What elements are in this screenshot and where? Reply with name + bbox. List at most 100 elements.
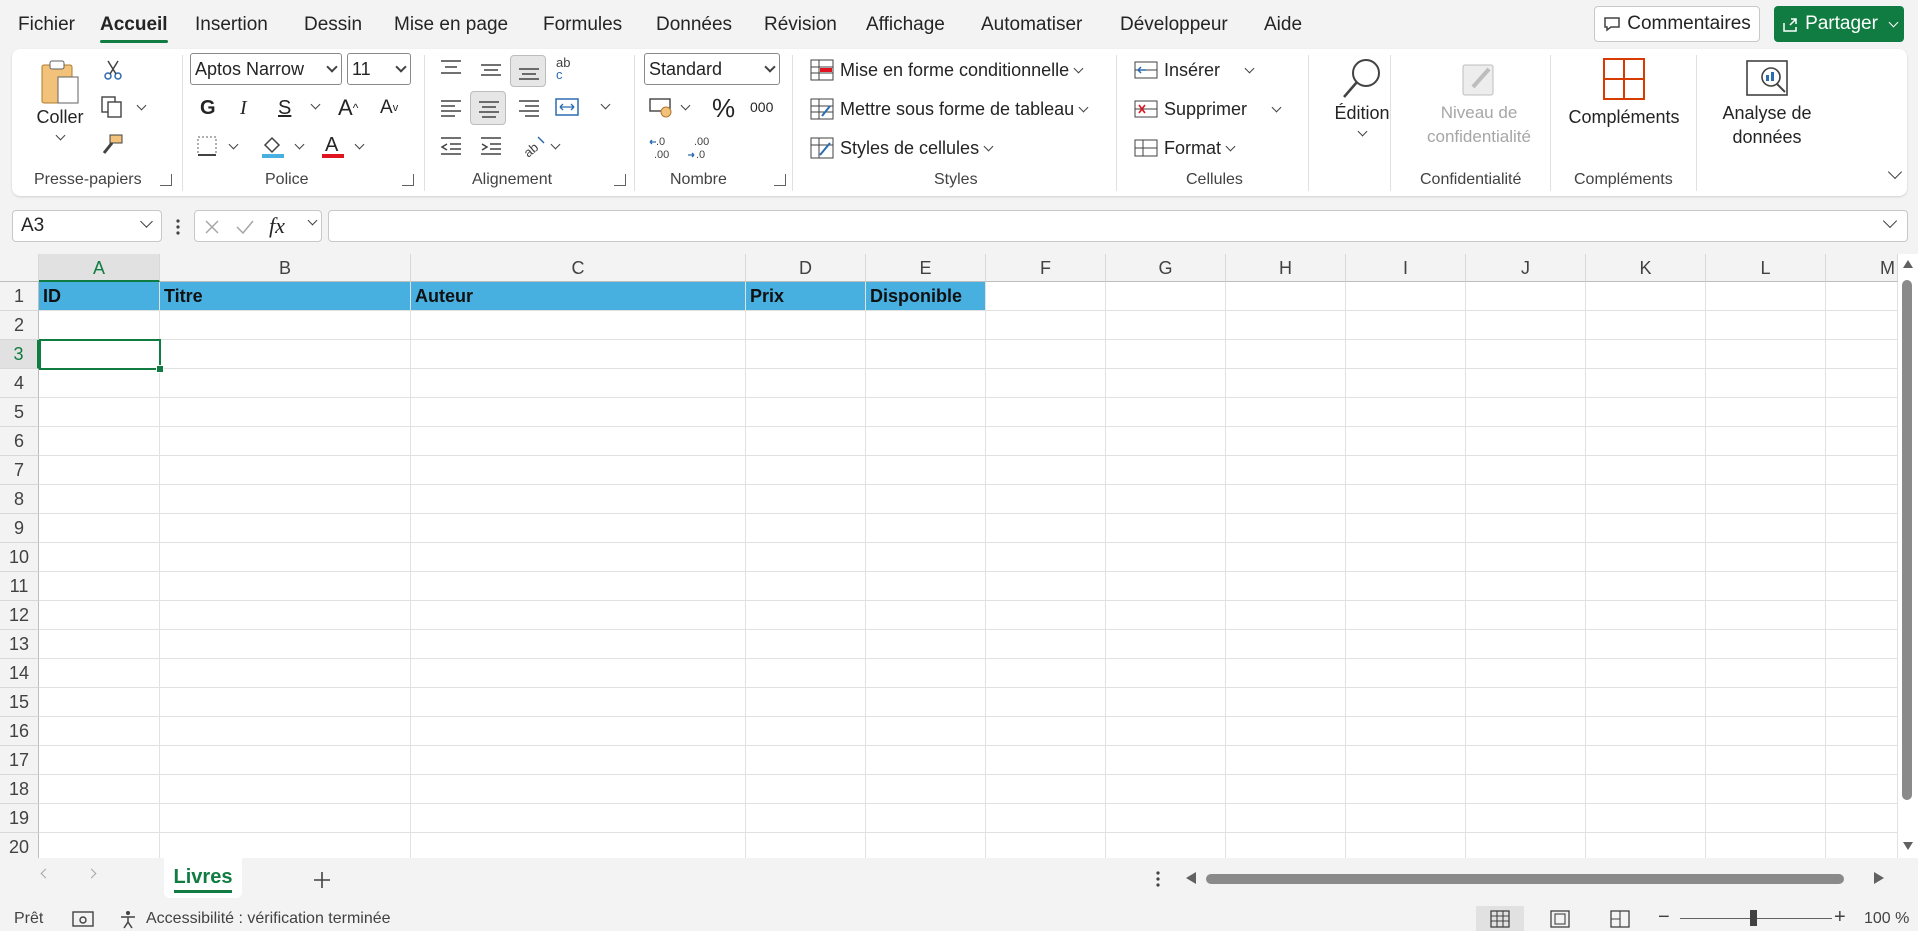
table-cell[interactable] <box>411 340 746 369</box>
table-cell[interactable] <box>1466 775 1586 804</box>
format-as-table-button[interactable]: Mettre sous forme de tableau <box>810 98 1089 120</box>
zoom-level[interactable]: 100 % <box>1864 910 1909 928</box>
table-cell[interactable] <box>1106 543 1226 572</box>
column-header-g[interactable]: G <box>1106 254 1226 282</box>
accounting-format-button[interactable] <box>648 95 691 119</box>
table-cell[interactable] <box>1226 659 1346 688</box>
table-cell[interactable] <box>986 688 1106 717</box>
table-cell[interactable] <box>746 398 866 427</box>
chevron-down-icon[interactable] <box>550 139 561 149</box>
table-cell[interactable] <box>1706 311 1826 340</box>
table-cell[interactable] <box>1226 746 1346 775</box>
menu-dessin[interactable]: Dessin <box>304 14 362 36</box>
table-cell[interactable] <box>1586 717 1706 746</box>
cut-button[interactable] <box>102 59 124 81</box>
zoom-in-icon[interactable]: + <box>1834 906 1846 929</box>
table-cell[interactable] <box>986 398 1106 427</box>
align-center-button[interactable] <box>470 91 506 125</box>
table-cell[interactable] <box>39 572 160 601</box>
table-cell[interactable] <box>160 427 411 456</box>
table-cell[interactable] <box>411 456 746 485</box>
table-cell[interactable] <box>1826 543 1898 572</box>
table-cell[interactable] <box>1106 456 1226 485</box>
thousands-button[interactable]: 000 <box>750 99 773 115</box>
table-cell[interactable] <box>160 630 411 659</box>
underline-button[interactable]: S <box>278 97 291 120</box>
table-cell[interactable] <box>986 659 1106 688</box>
conditional-format-button[interactable]: Mise en forme conditionnelle <box>810 59 1084 81</box>
table-cell[interactable] <box>411 659 746 688</box>
row-header-12[interactable]: 12 <box>0 601 39 630</box>
table-cell[interactable] <box>986 514 1106 543</box>
table-cell[interactable] <box>1706 630 1826 659</box>
table-cell[interactable] <box>866 746 986 775</box>
table-cell[interactable] <box>986 630 1106 659</box>
table-cell[interactable] <box>160 746 411 775</box>
row-header-4[interactable]: 4 <box>0 369 39 398</box>
table-cell[interactable] <box>1106 369 1226 398</box>
table-cell[interactable] <box>1586 456 1706 485</box>
page-layout-icon[interactable] <box>1550 910 1570 928</box>
table-cell[interactable] <box>1226 601 1346 630</box>
row-header-11[interactable]: 11 <box>0 572 39 601</box>
table-cell[interactable] <box>1226 485 1346 514</box>
table-cell[interactable] <box>39 659 160 688</box>
table-cell[interactable] <box>1586 369 1706 398</box>
table-cell[interactable] <box>1106 804 1226 833</box>
menu-insertion[interactable]: Insertion <box>195 14 268 36</box>
row-header-20[interactable]: 20 <box>0 833 39 858</box>
table-cell[interactable] <box>1106 572 1226 601</box>
zoom-slider-thumb[interactable] <box>1750 910 1757 926</box>
table-cell[interactable] <box>1586 340 1706 369</box>
table-cell[interactable] <box>1826 514 1898 543</box>
table-cell[interactable] <box>1226 833 1346 858</box>
table-cell[interactable] <box>1826 659 1898 688</box>
table-cell[interactable] <box>1226 282 1346 311</box>
insert-cells-button[interactable]: Insérer <box>1134 59 1255 81</box>
insert-function-icon[interactable]: fx <box>269 213 285 239</box>
scroll-right-icon[interactable] <box>1874 872 1884 884</box>
header-cell-disponible[interactable]: Disponible <box>866 282 986 311</box>
prev-sheet-icon[interactable] <box>40 868 51 879</box>
table-cell[interactable] <box>866 659 986 688</box>
menu-revision[interactable]: Révision <box>764 14 837 36</box>
horizontal-scroll-thumb[interactable] <box>1206 874 1844 884</box>
table-cell[interactable] <box>1706 775 1826 804</box>
table-cell[interactable] <box>1586 601 1706 630</box>
table-cell[interactable] <box>1346 369 1466 398</box>
table-cell[interactable] <box>39 630 160 659</box>
bold-button[interactable]: G <box>200 97 216 120</box>
column-header-c[interactable]: C <box>411 254 746 282</box>
alignment-launcher-icon[interactable] <box>614 174 626 186</box>
table-cell[interactable] <box>160 804 411 833</box>
table-cell[interactable] <box>1346 659 1466 688</box>
scroll-down-icon[interactable] <box>1903 842 1913 850</box>
table-cell[interactable] <box>1586 485 1706 514</box>
column-header-l[interactable]: L <box>1706 254 1826 282</box>
table-cell[interactable] <box>1586 543 1706 572</box>
row-header-15[interactable]: 15 <box>0 688 39 717</box>
accessibility-icon[interactable] <box>118 909 138 929</box>
table-cell[interactable] <box>1346 833 1466 858</box>
chevron-down-icon[interactable] <box>1073 63 1084 73</box>
table-cell[interactable] <box>160 601 411 630</box>
menu-formules[interactable]: Formules <box>543 14 622 36</box>
table-cell[interactable] <box>1466 485 1586 514</box>
table-cell[interactable] <box>866 369 986 398</box>
table-cell[interactable] <box>746 717 866 746</box>
table-cell[interactable] <box>1466 543 1586 572</box>
spreadsheet-grid[interactable]: A B C D E F G H I J K L M 1 2 3 4 5 6 7 8 9 10 11 1… <box>0 254 1918 858</box>
table-cell[interactable] <box>1706 282 1826 311</box>
table-cell[interactable] <box>866 456 986 485</box>
row-header-2[interactable]: 2 <box>0 311 39 340</box>
table-cell[interactable] <box>866 688 986 717</box>
analyze-data-button[interactable]: Analyse de données <box>1702 57 1832 149</box>
table-cell[interactable] <box>1826 688 1898 717</box>
table-cell[interactable] <box>866 514 986 543</box>
table-cell[interactable] <box>160 543 411 572</box>
row-header-7[interactable]: 7 <box>0 456 39 485</box>
align-right-icon[interactable] <box>516 97 542 119</box>
chevron-down-icon[interactable] <box>600 99 611 110</box>
table-cell[interactable] <box>1826 427 1898 456</box>
table-cell[interactable] <box>746 369 866 398</box>
